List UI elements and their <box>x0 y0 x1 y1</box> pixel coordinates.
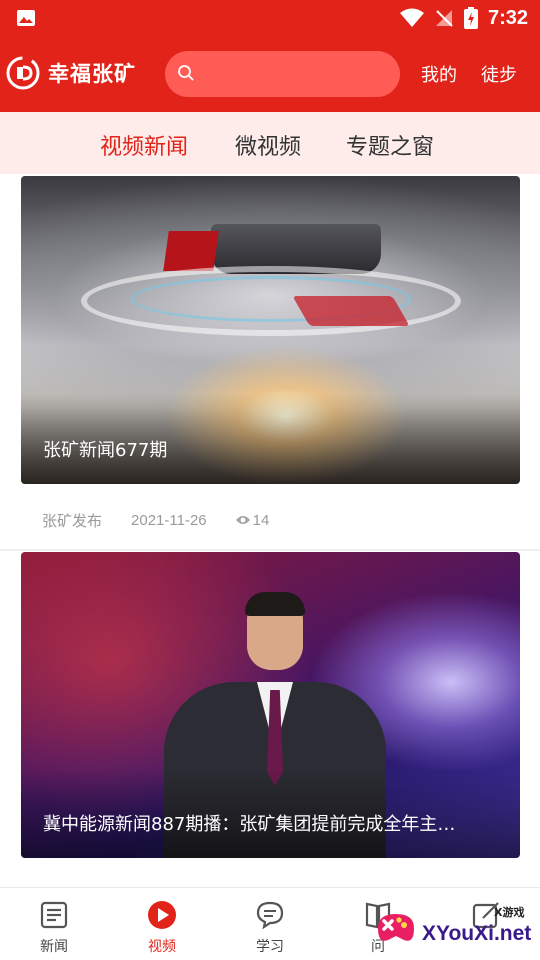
walk-link[interactable]: 徒步 <box>481 61 517 87</box>
app-title: 幸福张矿 <box>48 62 136 86</box>
site-watermark: XYouXi.net X游戏 <box>372 900 540 960</box>
tab-video-news[interactable]: 视频新闻 <box>100 129 188 161</box>
video-source: 张矿发布 <box>42 511 103 530</box>
studio-set-shape <box>292 296 410 326</box>
divider <box>0 549 540 551</box>
nav-study[interactable]: 学习 <box>230 888 310 960</box>
mine-link[interactable]: 我的 <box>421 61 457 87</box>
view-count: 14 <box>235 511 270 529</box>
app-logo-icon <box>6 56 40 90</box>
video-title: 张矿新闻677期 <box>43 440 168 461</box>
play-icon <box>148 901 176 929</box>
chat-icon <box>256 901 284 930</box>
nav-video[interactable]: 视频 <box>122 888 202 960</box>
app-header: 幸福张矿 我的 徒步 <box>0 36 540 112</box>
nav-label: 视频 <box>148 939 176 955</box>
watermark-small-text: X游戏 <box>494 906 525 919</box>
studio-set-shape <box>163 231 219 271</box>
eye-icon <box>235 516 250 524</box>
nav-label: 新闻 <box>40 939 68 955</box>
search-bar[interactable] <box>165 51 400 97</box>
tab-micro-video[interactable]: 微视频 <box>235 129 301 161</box>
no-signal-icon <box>435 10 453 27</box>
news-icon <box>40 901 68 929</box>
news-anchor-figure <box>245 592 305 616</box>
search-input[interactable] <box>201 51 391 97</box>
search-icon <box>178 65 194 81</box>
category-tabs: 视频新闻 微视频 专题之窗 <box>0 112 540 174</box>
wifi-icon <box>399 8 424 27</box>
video-date: 2021-11-26 <box>131 511 207 529</box>
tab-special-window[interactable]: 专题之窗 <box>346 129 434 161</box>
watermark-text: XYouXi.net <box>422 922 532 945</box>
video-card-thumbnail[interactable]: 冀中能源新闻887期播：张矿集团提前完成全年主… <box>21 552 520 858</box>
nav-label: 学习 <box>256 939 284 955</box>
nav-news[interactable]: 新闻 <box>14 888 94 960</box>
video-card-thumbnail[interactable]: 张矿新闻677期 <box>21 176 520 484</box>
battery-charging-icon <box>463 7 478 29</box>
video-title: 冀中能源新闻887期播：张矿集团提前完成全年主… <box>43 814 456 835</box>
status-bar: 7:32 <box>0 0 540 36</box>
view-count-value: 14 <box>252 511 270 529</box>
gamepad-logo-icon <box>378 914 414 941</box>
status-time: 7:32 <box>487 6 528 29</box>
video-meta: 张矿发布 2021-11-26 14 <box>42 508 269 532</box>
gallery-notification-icon <box>17 10 35 26</box>
